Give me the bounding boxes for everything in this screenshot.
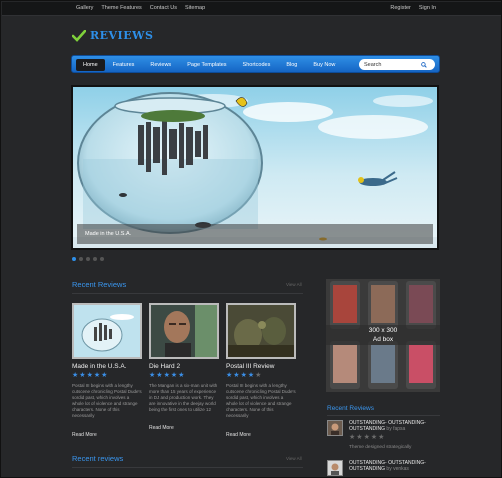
slider-dot-1[interactable] — [72, 257, 76, 261]
star-icon: ★ — [363, 434, 370, 441]
sidebar-review-item: OUTSTANDING- OUTSTANDING- OUTSTANDING by… — [327, 420, 441, 460]
top-link-contact-us[interactable]: Contact Us — [150, 5, 177, 11]
star-icon: ★ — [156, 372, 163, 379]
read-more-link[interactable]: Read More — [149, 425, 174, 431]
read-more-link[interactable]: Read More — [226, 432, 251, 438]
slider-dot-4[interactable] — [93, 257, 97, 261]
review-card-title[interactable]: Postal III Review — [226, 363, 296, 370]
checkmark-icon — [72, 29, 86, 42]
review-excerpt: Postal III begins with a lengthy cutscen… — [226, 383, 296, 418]
sidebar-review-item: OUTSTANDING- OUTSTANDING- OUTSTANDING by… — [327, 460, 441, 477]
review-excerpt: Postal III begins with a lengthy cutscen… — [72, 383, 142, 418]
slider-pagination — [72, 257, 104, 261]
nav-item-reviews[interactable]: Reviews — [142, 59, 179, 71]
review-excerpt: The Mangan is a six-man unit with more t… — [149, 383, 218, 412]
review-card: Postal III Review ★ ★ ★ ★ ★ Postal III begin… — [226, 303, 296, 419]
sidebar-divider — [327, 415, 440, 416]
star-icon: ★ — [356, 434, 363, 441]
star-icon: ★ — [247, 372, 255, 379]
nav-item-page-templates[interactable]: Page Templates — [179, 59, 234, 71]
star-icon: ★ — [255, 372, 262, 379]
ad-box[interactable]: 300 x 300 Ad box — [326, 279, 440, 392]
thumbnail-game-scene-image — [228, 305, 294, 357]
avatar[interactable] — [327, 420, 343, 436]
view-all-link[interactable]: View All — [286, 456, 302, 461]
view-all-link[interactable]: View All — [286, 282, 302, 287]
slider-dot-3[interactable] — [86, 257, 90, 261]
read-more-link[interactable]: Read More — [72, 432, 97, 438]
star-icon: ★ — [240, 372, 247, 379]
star-rating: ★ ★ ★ ★ ★ — [226, 372, 296, 379]
avatar[interactable] — [327, 460, 343, 476]
slider-dot-5[interactable] — [100, 257, 104, 261]
star-icon: ★ — [233, 372, 240, 379]
register-link[interactable]: Register — [390, 5, 410, 11]
section-divider — [72, 293, 303, 294]
star-icon: ★ — [349, 434, 356, 441]
featured-slider[interactable]: Made in the U.S.A. — [71, 85, 439, 250]
slider-dot-2[interactable] — [79, 257, 83, 261]
section-title-recent-reviews-2: Recent reviews — [72, 454, 124, 463]
top-link-sitemap[interactable]: Sitemap — [185, 5, 205, 11]
review-card: Made in the U.S.A. ★ ★ ★ ★ ★ Postal III begi… — [72, 303, 142, 419]
star-icon: ★ — [149, 372, 156, 379]
star-rating: ★ ★ ★ ★ ★ — [72, 372, 142, 379]
nav-item-features[interactable]: Features — [105, 59, 143, 71]
search-input[interactable] — [359, 59, 421, 70]
nav-item-buy-now[interactable]: Buy Now — [305, 59, 343, 71]
review-thumbnail[interactable] — [72, 303, 142, 359]
star-icon: ★ — [101, 372, 108, 379]
star-icon: ★ — [170, 372, 178, 379]
search-icon[interactable] — [421, 61, 427, 68]
section-divider — [72, 467, 303, 468]
star-icon: ★ — [370, 434, 378, 441]
nav-item-shortcodes[interactable]: Shortcodes — [235, 59, 279, 71]
star-icon: ★ — [86, 372, 93, 379]
account-links: Register Sign In — [390, 5, 436, 11]
top-bar: Gallery Theme Features Contact Us Sitema… — [2, 2, 501, 16]
ad-box-label: Ad box — [372, 336, 394, 343]
review-thumbnail[interactable] — [149, 303, 219, 359]
nav-item-blog[interactable]: Blog — [278, 59, 305, 71]
slide-caption-bar: Made in the U.S.A. — [77, 224, 433, 244]
nav-item-home[interactable]: Home — [76, 59, 105, 71]
review-card-title[interactable]: Die Hard 2 — [149, 363, 219, 370]
page-frame: Gallery Theme Features Contact Us Sitema… — [0, 0, 502, 478]
review-card: Die Hard 2 ★ ★ ★ ★ ★ The Mangan is a six-man… — [149, 303, 219, 413]
sidebar-review-note: Theme designed strategically — [349, 445, 412, 450]
top-link-theme-features[interactable]: Theme Features — [101, 5, 141, 11]
star-icon: ★ — [163, 372, 170, 379]
review-thumbnail[interactable] — [226, 303, 296, 359]
section-title-recent-reviews: Recent Reviews — [72, 280, 127, 289]
ad-size-label: 300 x 300 — [368, 327, 398, 334]
sidebar-title-recent-reviews: Recent Reviews — [327, 405, 374, 412]
logo-text: REVIEWS — [90, 29, 154, 42]
star-icon: ★ — [378, 434, 385, 441]
top-link-gallery[interactable]: Gallery — [76, 5, 93, 11]
top-links: Gallery Theme Features Contact Us Sitema… — [76, 5, 205, 11]
star-rating: ★ ★ ★ ★ ★ — [149, 372, 219, 379]
star-icon: ★ — [72, 372, 79, 379]
star-icon: ★ — [93, 372, 101, 379]
star-icon: ★ — [226, 372, 233, 379]
site-logo[interactable]: REVIEWS — [72, 29, 153, 42]
review-card-title[interactable]: Made in the U.S.A. — [72, 363, 142, 370]
sidebar-review-title[interactable]: OUTSTANDING- OUTSTANDING- OUTSTANDING by… — [349, 460, 441, 472]
search-box — [359, 59, 435, 70]
thumbnail-portrait-image — [151, 305, 217, 357]
thumbnail-fishbowl-image — [74, 305, 140, 357]
star-icon: ★ — [178, 372, 185, 379]
star-rating: ★ ★ ★ ★ ★ — [349, 434, 384, 441]
sidebar-review-title[interactable]: OUTSTANDING- OUTSTANDING- OUTSTANDING by… — [349, 420, 441, 432]
star-icon: ★ — [79, 372, 86, 379]
sign-in-link[interactable]: Sign In — [419, 5, 436, 11]
slide-caption: Made in the U.S.A. — [85, 231, 132, 237]
main-nav: Home Features Reviews Page Templates Sho… — [71, 55, 440, 73]
